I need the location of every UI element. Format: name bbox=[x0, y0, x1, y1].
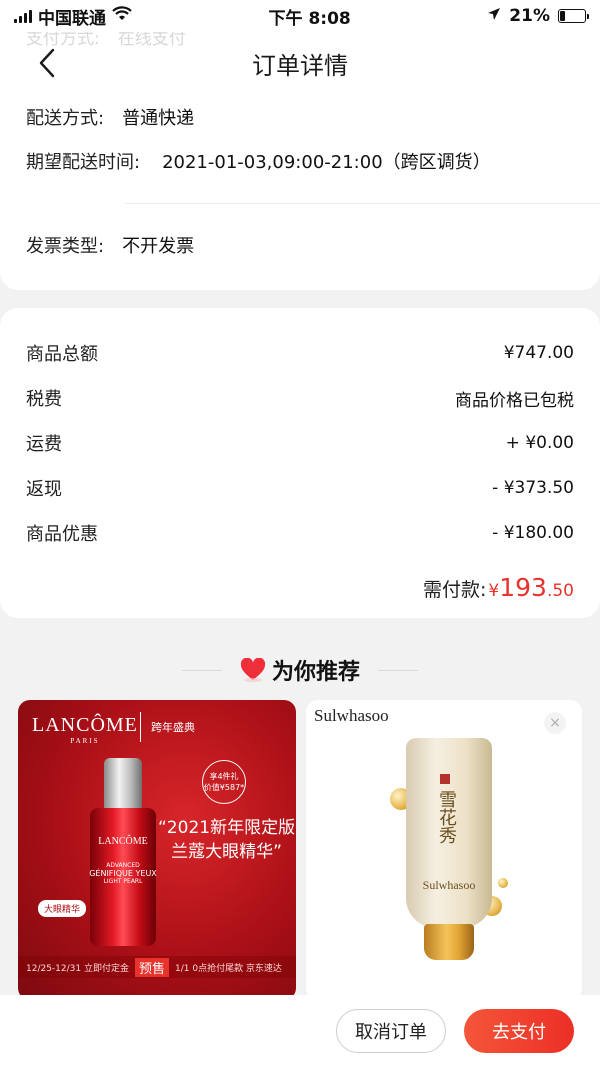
tube-brand: Sulwhasoo bbox=[422, 878, 476, 892]
signal-icon bbox=[14, 9, 32, 23]
price-value: - ¥180.00 bbox=[492, 523, 574, 543]
bottom-action-bar: 取消订单 去支付 bbox=[0, 995, 600, 1067]
tube-cap bbox=[424, 924, 474, 960]
brand-name: LANCÔME bbox=[32, 714, 138, 736]
price-value: + ¥0.00 bbox=[505, 433, 574, 453]
status-left: 中国联通 bbox=[14, 4, 132, 29]
expected-time-value: 2021-01-03,09:00-21:00（跨区调货） bbox=[162, 152, 491, 173]
divider bbox=[124, 203, 600, 204]
divider bbox=[181, 669, 222, 671]
status-right: 21% bbox=[487, 6, 589, 26]
divider bbox=[378, 669, 418, 671]
status-time: 下午 8:08 bbox=[268, 8, 351, 29]
bottle-image: LANCÔME ADVANCED GÉNIFIQUE YEUX LIGHT PE… bbox=[88, 758, 158, 948]
recommend-title-text: 为你推荐 bbox=[271, 660, 360, 685]
bottle-label: ADVANCED GÉNIFIQUE YEUX LIGHT PEARL bbox=[88, 862, 158, 886]
presale-bar: 12/25-12/31 立即付定金 预售 1/1 0点抢付尾款 京东速达 bbox=[18, 956, 296, 978]
price-label: 商品总额 bbox=[26, 344, 98, 365]
header: 支付方式: 在线支付 订单详情 bbox=[0, 29, 600, 92]
promo-line: “2021新年限定版 bbox=[158, 818, 296, 838]
price-value: ¥747.00 bbox=[503, 343, 574, 363]
close-icon: × bbox=[549, 715, 561, 731]
recommend-title: 为你推荐 bbox=[240, 654, 360, 686]
price-label: 运费 bbox=[26, 434, 62, 455]
wifi-icon bbox=[112, 5, 132, 27]
price-row-tax: 税费 商品价格已包税 bbox=[26, 383, 574, 413]
presale-dates: 12/25-12/31 立即付定金 bbox=[26, 963, 129, 974]
tube-image: 雪花秀 Sulwhasoo bbox=[406, 738, 492, 960]
recommend-header: 为你推荐 bbox=[0, 650, 600, 690]
price-row-cashback: 返现 - ¥373.50 bbox=[26, 473, 574, 503]
bottle-cap bbox=[104, 758, 142, 810]
bottle-brand: LANCÔME bbox=[98, 836, 148, 847]
brand-logo: Sulwhasoo bbox=[314, 706, 389, 725]
price-row-subtotal: 商品总额 ¥747.00 bbox=[26, 338, 574, 368]
total-amount-dec: .50 bbox=[546, 581, 574, 601]
price-row-discount: 商品优惠 - ¥180.00 bbox=[26, 518, 574, 548]
bottle-label-line: GÉNIFIQUE YEUX bbox=[89, 869, 157, 878]
price-label: 税费 bbox=[26, 389, 62, 410]
invoice-value: 不开发票 bbox=[122, 236, 195, 257]
close-button[interactable]: × bbox=[544, 712, 566, 734]
invoice-row: 发票类型: 不开发票 bbox=[26, 232, 194, 258]
delivery-method-label: 配送方式: bbox=[26, 108, 105, 129]
brand-logo: LANCÔME PARIS bbox=[32, 714, 138, 745]
expected-time-row: 期望配送时间: 2021-01-03,09:00-21:00（跨区调货） bbox=[26, 148, 491, 174]
gift-line: 价值¥587* bbox=[203, 783, 245, 792]
total-label: 需付款: bbox=[423, 579, 487, 601]
heart-icon bbox=[240, 658, 266, 682]
page-title: 订单详情 bbox=[252, 52, 348, 80]
price-row-shipping: 运费 + ¥0.00 bbox=[26, 428, 574, 458]
invoice-label: 发票类型: bbox=[26, 236, 105, 257]
bottle-label-line: LIGHT PEARL bbox=[103, 878, 143, 885]
cancel-order-button[interactable]: 取消订单 bbox=[336, 1009, 446, 1053]
expected-time-label: 期望配送时间: bbox=[26, 152, 141, 173]
event-mark: 跨年盛典 bbox=[140, 712, 195, 742]
delivery-method-row: 配送方式: 普通快递 bbox=[26, 104, 194, 130]
pay-button[interactable]: 去支付 bbox=[464, 1009, 574, 1053]
battery-percent: 21% bbox=[509, 6, 550, 26]
total-row: 需付款: ¥ 193 .50 bbox=[423, 573, 574, 602]
gift-line: 享4件礼 bbox=[209, 772, 239, 781]
status-bar: 中国联通 下午 8:08 21% bbox=[0, 0, 600, 32]
brand-sub: PARIS bbox=[70, 737, 100, 745]
tube-chars: 雪花秀 bbox=[436, 790, 457, 844]
tube-seal bbox=[440, 774, 450, 784]
price-card: 商品总额 ¥747.00 税费 商品价格已包税 运费 + ¥0.00 返现 - … bbox=[0, 308, 600, 618]
bubble-decoration bbox=[498, 878, 508, 888]
price-label: 返现 bbox=[26, 479, 62, 500]
gift-badge: 享4件礼 价值¥587* bbox=[202, 760, 246, 804]
price-label: 商品优惠 bbox=[26, 524, 98, 545]
delivery-method-value: 普通快递 bbox=[122, 108, 195, 129]
total-amount-int: 193 bbox=[499, 573, 547, 602]
presale-tail: 1/1 0点抢付尾款 京东速达 bbox=[175, 963, 282, 974]
price-value: 商品价格已包税 bbox=[455, 390, 574, 411]
total-currency: ¥ bbox=[488, 581, 500, 601]
product-card-lancome[interactable]: LANCÔME PARIS 跨年盛典 LANCÔME ADVANCED GÉNI… bbox=[18, 700, 296, 1000]
battery-icon bbox=[558, 9, 589, 23]
product-tag: 大眼精华 bbox=[38, 900, 87, 917]
carrier-name: 中国联通 bbox=[38, 8, 106, 29]
location-arrow-icon bbox=[487, 6, 501, 26]
promo-line: 兰蔻大眼精华” bbox=[171, 842, 282, 862]
presale-tag: 预售 bbox=[134, 957, 169, 977]
promo-text: “2021新年限定版 兰蔻大眼精华” bbox=[158, 816, 295, 864]
tube-chars-text: 雪花秀 bbox=[436, 790, 457, 844]
product-card-sulwhasoo[interactable]: Sulwhasoo × 雪花秀 Sulwhasoo bbox=[306, 700, 582, 1000]
delivery-card: 配送方式: 普通快递 期望配送时间: 2021-01-03,09:00-21:0… bbox=[0, 92, 600, 290]
price-value: - ¥373.50 bbox=[492, 478, 574, 498]
